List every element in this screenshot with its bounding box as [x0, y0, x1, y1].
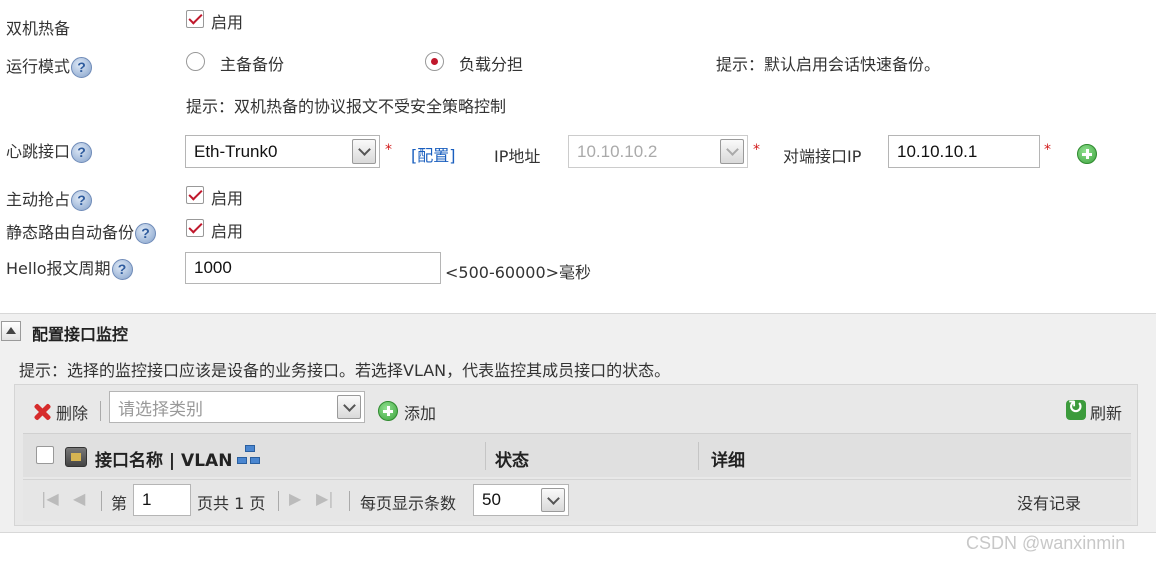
help-icon[interactable]: ?	[71, 142, 93, 163]
ip-select: 10.10.10.2	[568, 135, 748, 168]
column-interface-name[interactable]: 接口名称 | VLAN	[95, 446, 232, 471]
add-button[interactable]: 添加	[404, 400, 436, 424]
watermark: CSDN @wanxinmin	[966, 533, 1126, 553]
preempt-label: 主动抢占?	[6, 186, 93, 211]
static-route-label-text: 静态路由自动备份	[6, 223, 135, 242]
required-mark: *	[753, 142, 760, 158]
chevron-down-icon[interactable]	[541, 488, 565, 512]
next-page-icon[interactable]: ▶	[289, 489, 301, 508]
empty-records-text: 没有记录	[1017, 494, 1082, 513]
static-route-checkbox-label: 启用	[211, 222, 244, 241]
heartbeat-interface-select[interactable]: Eth-Trunk0	[185, 135, 380, 168]
delete-button[interactable]: 删除	[56, 400, 88, 424]
preempt-checkbox[interactable]	[186, 186, 204, 204]
refresh-icon[interactable]	[1066, 397, 1086, 420]
collapse-icon[interactable]	[1, 321, 21, 341]
preempt-label-text: 主动抢占	[6, 190, 71, 209]
ha-checkbox[interactable]	[186, 10, 204, 28]
protocol-hint: 提示：双机热备的协议报文不受安全策略控制	[186, 97, 507, 116]
table-header: 接口名称 | VLAN 状态 详细	[23, 433, 1131, 477]
monitor-title: 配置接口监控	[32, 325, 129, 344]
monitor-panel: 删除 请选择类别 添加 刷新 接口名称 | VLAN 状态 详细 |◀ ◀ 第 …	[14, 384, 1138, 526]
per-page-value: 50	[482, 490, 501, 509]
category-placeholder: 请选择类别	[118, 399, 203, 419]
interface-icon	[65, 447, 87, 467]
toolbar-divider	[100, 401, 101, 421]
first-page-icon[interactable]: |◀	[41, 489, 59, 508]
radio-load-sharing[interactable]	[425, 52, 444, 71]
column-detail[interactable]: 详细	[711, 446, 745, 471]
help-icon[interactable]: ?	[71, 57, 93, 78]
peer-ip-input[interactable]: 10.10.10.1	[888, 135, 1040, 168]
prev-page-icon[interactable]: ◀	[73, 489, 85, 508]
category-select[interactable]: 请选择类别	[109, 391, 365, 423]
page-total-text: 页共 1 页	[197, 494, 266, 513]
radio-active-standby[interactable]	[186, 52, 205, 71]
monitor-hint: 提示：选择的监控接口应该是设备的业务接口。若选择VLAN，代表监控其成员接口的状…	[19, 361, 671, 380]
column-status[interactable]: 状态	[495, 446, 529, 471]
chevron-down-icon	[720, 139, 744, 164]
static-route-label: 静态路由自动备份?	[6, 219, 157, 244]
radio-load-sharing-label: 负载分担	[459, 55, 524, 74]
ip-value: 10.10.10.2	[577, 141, 658, 161]
radio-active-standby-label: 主备备份	[220, 55, 285, 74]
hello-range-hint: <500-60000>毫秒	[445, 263, 592, 282]
per-page-select[interactable]: 50	[473, 484, 569, 516]
pager-divider	[349, 491, 350, 511]
delete-icon[interactable]	[33, 403, 51, 421]
chevron-down-icon[interactable]	[337, 395, 361, 419]
static-route-checkbox[interactable]	[186, 219, 204, 237]
help-icon[interactable]: ?	[71, 190, 93, 211]
run-mode-hint: 提示：默认启用会话快速备份。	[716, 55, 941, 74]
last-page-icon[interactable]: ▶|	[316, 489, 334, 508]
ip-label: IP地址	[494, 147, 541, 166]
pager-divider	[278, 491, 279, 511]
refresh-button[interactable]: 刷新	[1090, 400, 1122, 424]
ha-label: 双机热备	[6, 19, 71, 38]
hello-period-input[interactable]: 1000	[185, 252, 441, 284]
peer-ip-label: 对端接口IP	[783, 147, 862, 166]
run-mode-label: 运行模式?	[6, 53, 93, 78]
config-link[interactable]: [配置]	[411, 142, 456, 166]
heartbeat-label-text: 心跳接口	[6, 142, 71, 161]
run-mode-label-text: 运行模式	[6, 57, 71, 76]
per-page-label: 每页显示条数	[360, 494, 457, 513]
hello-label: Hello报文周期?	[6, 255, 133, 280]
required-mark: *	[385, 142, 392, 158]
add-row-icon[interactable]	[1077, 144, 1097, 164]
page-number-input[interactable]: 1	[133, 484, 191, 516]
add-icon[interactable]	[378, 401, 398, 421]
column-divider	[485, 442, 486, 470]
column-divider	[698, 442, 699, 470]
network-icon	[237, 445, 263, 467]
chevron-down-icon[interactable]	[352, 139, 376, 164]
pager-divider	[101, 491, 102, 511]
help-icon[interactable]: ?	[135, 223, 157, 244]
help-icon[interactable]: ?	[111, 259, 133, 280]
page-prefix: 第	[111, 494, 128, 513]
heartbeat-interface-value: Eth-Trunk0	[194, 141, 278, 161]
pager: |◀ ◀ 第 1 页共 1 页 ▶ ▶| 每页显示条数 50 没有记录	[23, 479, 1131, 521]
preempt-checkbox-label: 启用	[211, 189, 244, 208]
heartbeat-label: 心跳接口?	[6, 138, 93, 163]
required-mark: *	[1044, 142, 1051, 158]
hello-label-text: Hello报文周期	[6, 259, 111, 278]
ha-checkbox-label: 启用	[211, 13, 244, 32]
select-all-checkbox[interactable]	[36, 446, 54, 464]
